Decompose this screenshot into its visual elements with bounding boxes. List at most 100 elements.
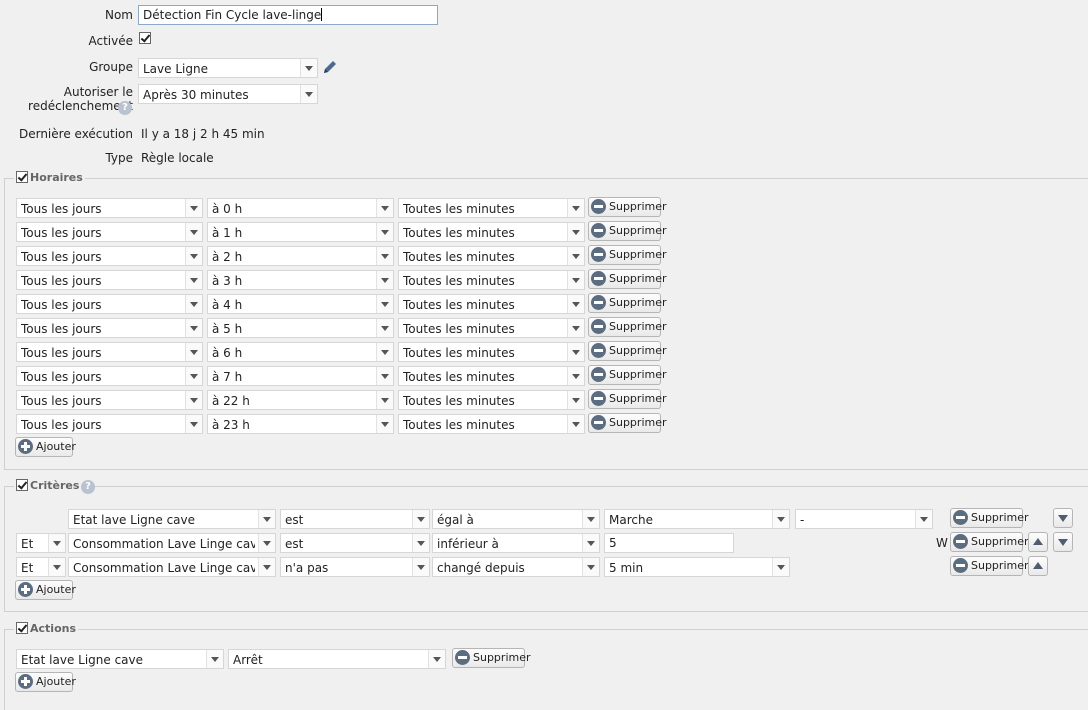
chevron-down-icon[interactable] [185,199,202,217]
chevron-down-icon[interactable] [567,271,584,289]
schedule-delete-button[interactable]: Supprimer [588,293,667,313]
schedule-days-select[interactable]: Tous les jours [16,198,203,218]
criteria-value-select[interactable]: 5 min [604,557,790,577]
criteria-extra-select[interactable]: - [795,509,933,529]
group-select[interactable]: Lave Ligne [138,58,318,78]
chevron-down-icon[interactable] [567,295,584,313]
criteria-verb-select[interactable]: n'a pas [280,557,430,577]
schedule-delete-button[interactable]: Supprimer [588,389,667,409]
schedule-minutes-select[interactable]: Toutes les minutes [398,222,585,242]
chevron-down-icon[interactable] [567,367,584,385]
criteria-conjunction-select[interactable]: Et [16,533,66,553]
schedule-days-select[interactable]: Tous les jours [16,294,203,314]
name-input[interactable]: Détection Fin Cycle lave-linge [138,5,438,25]
move-down-button[interactable] [1053,532,1073,552]
schedule-minutes-select[interactable]: Toutes les minutes [398,294,585,314]
criteria-operator-select[interactable]: égal à [432,509,600,529]
criteria-device-select[interactable]: Consommation Lave Linge cave [68,533,276,553]
chevron-down-icon[interactable] [258,534,275,552]
schedule-delete-button[interactable]: Supprimer [588,341,667,361]
action-device-select[interactable]: Etat lave Ligne cave [16,649,224,669]
schedule-days-select[interactable]: Tous les jours [16,366,203,386]
schedule-delete-button[interactable]: Supprimer [588,317,667,337]
chevron-down-icon[interactable] [48,558,65,576]
schedule-days-select[interactable]: Tous les jours [16,342,203,362]
retrigger-select[interactable]: Après 30 minutes [138,84,318,104]
move-up-button[interactable] [1028,532,1048,552]
schedule-delete-button[interactable]: Supprimer [588,413,667,433]
chevron-down-icon[interactable] [567,415,584,433]
chevron-down-icon[interactable] [48,534,65,552]
schedules-checkbox[interactable] [16,171,28,183]
schedule-hour-select[interactable]: à 5 h [207,318,394,338]
actions-checkbox[interactable] [16,622,28,634]
criteria-delete-button[interactable]: Supprimer [950,508,1029,528]
chevron-down-icon[interactable] [582,558,599,576]
schedule-hour-select[interactable]: à 6 h [207,342,394,362]
schedule-hour-select[interactable]: à 0 h [207,198,394,218]
chevron-down-icon[interactable] [185,223,202,241]
schedule-days-select[interactable]: Tous les jours [16,414,203,434]
chevron-down-icon[interactable] [376,343,393,361]
chevron-down-icon[interactable] [376,271,393,289]
criteria-value-select[interactable]: Marche [604,509,790,529]
chevron-down-icon[interactable] [185,295,202,313]
schedule-days-select[interactable]: Tous les jours [16,246,203,266]
chevron-down-icon[interactable] [772,510,789,528]
chevron-down-icon[interactable] [376,295,393,313]
criteria-add-button[interactable]: Ajouter [15,580,76,600]
chevron-down-icon[interactable] [582,510,599,528]
schedule-hour-select[interactable]: à 2 h [207,246,394,266]
chevron-down-icon[interactable] [582,534,599,552]
criteria-device-select[interactable]: Consommation Lave Linge cave [68,557,276,577]
criteria-delete-button[interactable]: Supprimer [950,556,1029,576]
chevron-down-icon[interactable] [185,391,202,409]
schedule-minutes-select[interactable]: Toutes les minutes [398,342,585,362]
schedule-minutes-select[interactable]: Toutes les minutes [398,270,585,290]
criteria-device-select[interactable]: Etat lave Ligne cave [68,509,276,529]
chevron-down-icon[interactable] [185,271,202,289]
schedule-minutes-select[interactable]: Toutes les minutes [398,366,585,386]
chevron-down-icon[interactable] [206,650,223,668]
chevron-down-icon[interactable] [772,558,789,576]
schedule-hour-select[interactable]: à 1 h [207,222,394,242]
schedule-hour-select[interactable]: à 4 h [207,294,394,314]
chevron-down-icon[interactable] [376,247,393,265]
criteria-conjunction-select[interactable]: Et [16,557,66,577]
schedule-days-select[interactable]: Tous les jours [16,318,203,338]
chevron-down-icon[interactable] [428,650,445,668]
chevron-down-icon[interactable] [567,343,584,361]
schedule-delete-button[interactable]: Supprimer [588,365,667,385]
action-value-select[interactable]: Arrêt [228,649,446,669]
chevron-down-icon[interactable] [376,391,393,409]
chevron-down-icon[interactable] [567,247,584,265]
chevron-down-icon[interactable] [376,319,393,337]
schedule-minutes-select[interactable]: Toutes les minutes [398,414,585,434]
move-up-button[interactable] [1028,556,1048,576]
chevron-down-icon[interactable] [300,59,317,77]
chevron-down-icon[interactable] [412,510,429,528]
chevron-down-icon[interactable] [300,85,317,103]
chevron-down-icon[interactable] [376,367,393,385]
chevron-down-icon[interactable] [185,343,202,361]
criteria-help-icon[interactable]: ? [81,480,95,494]
schedule-minutes-select[interactable]: Toutes les minutes [398,318,585,338]
schedules-add-button[interactable]: Ajouter [15,437,76,457]
retrigger-help-icon[interactable]: ? [118,101,132,115]
chevron-down-icon[interactable] [412,534,429,552]
schedule-delete-button[interactable]: Supprimer [588,197,667,217]
chevron-down-icon[interactable] [185,367,202,385]
action-delete-button[interactable]: Supprimer [452,648,531,668]
chevron-down-icon[interactable] [567,391,584,409]
move-down-button[interactable] [1053,508,1073,528]
chevron-down-icon[interactable] [185,319,202,337]
chevron-down-icon[interactable] [185,415,202,433]
actions-add-button[interactable]: Ajouter [15,672,76,692]
edit-pencil-icon[interactable] [321,58,339,76]
chevron-down-icon[interactable] [567,319,584,337]
schedule-days-select[interactable]: Tous les jours [16,222,203,242]
chevron-down-icon[interactable] [376,223,393,241]
chevron-down-icon[interactable] [258,510,275,528]
schedule-minutes-select[interactable]: Toutes les minutes [398,390,585,410]
criteria-verb-select[interactable]: est [280,509,430,529]
